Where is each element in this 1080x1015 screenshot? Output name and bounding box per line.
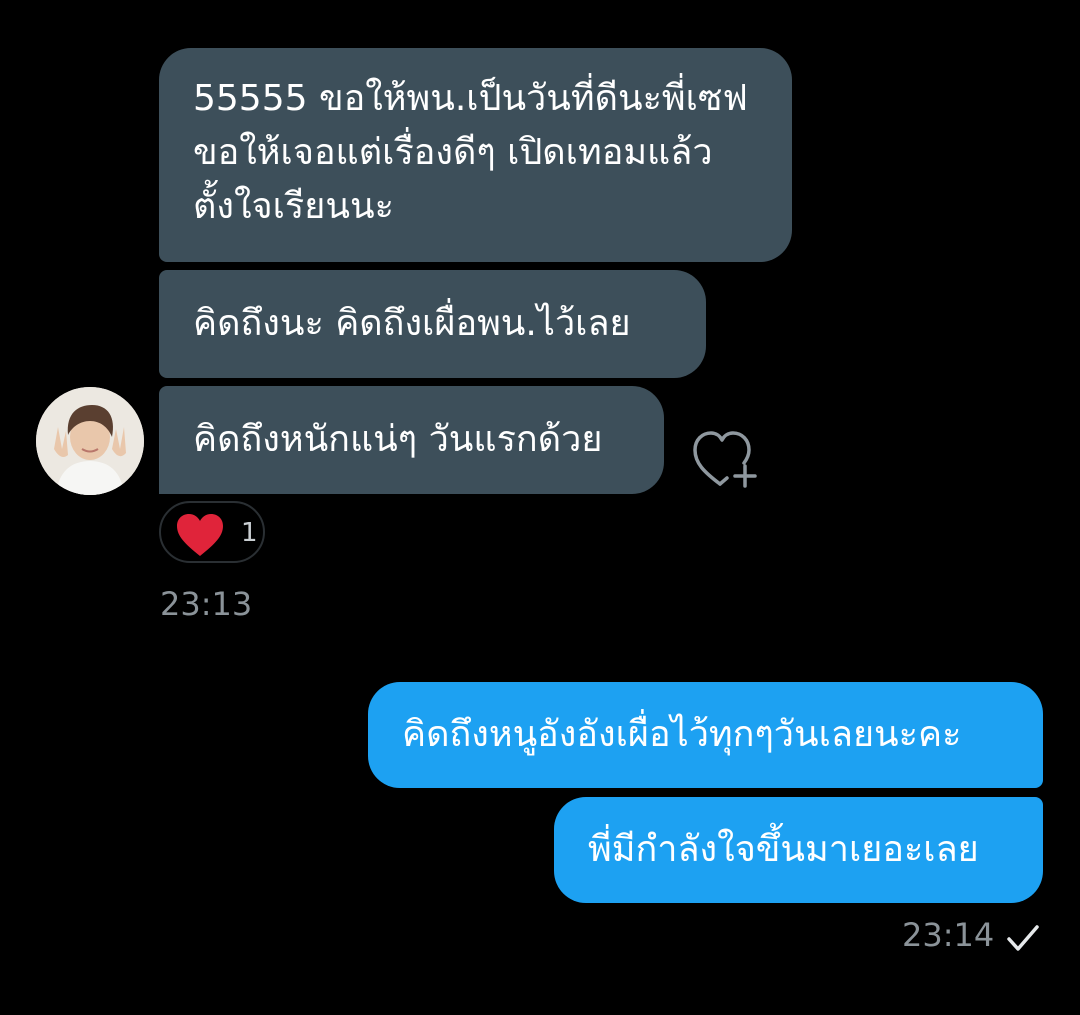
received-timestamp: 23:13	[160, 585, 253, 623]
sent-message-bubble[interactable]: คิดถึงหนูอังอังเผื่อไว้ทุกๆวันเลยนะคะ	[368, 682, 1043, 788]
message-text: พี่มีกำลังใจขึ้นมาเยอะเลย	[588, 829, 979, 870]
message-text: คิดถึงนะ คิดถึงเผื่อพน.ไว้เลย	[193, 303, 631, 344]
heart-icon	[177, 514, 223, 556]
sent-timestamp: 23:14	[902, 916, 995, 954]
message-text: คิดถึงหนักแน่ๆ วันแรกด้วย	[193, 419, 603, 460]
received-message-bubble[interactable]: คิดถึงนะ คิดถึงเผื่อพน.ไว้เลย	[159, 270, 706, 378]
conversation-view: 55555 ขอให้พน.เป็นวันที่ดีนะพี่เซฟ ขอให้…	[0, 0, 1080, 1015]
sent-message-bubble[interactable]: พี่มีกำลังใจขึ้นมาเยอะเลย	[554, 797, 1043, 903]
sender-avatar[interactable]	[36, 387, 144, 495]
message-text: คิดถึงหนูอังอังเผื่อไว้ทุกๆวันเลยนะคะ	[402, 714, 962, 755]
add-reaction-button[interactable]	[690, 428, 762, 490]
sent-check-icon	[1005, 922, 1041, 954]
message-text: 55555 ขอให้พน.เป็นวันที่ดีนะพี่เซฟ ขอให้…	[193, 78, 748, 227]
avatar-image	[36, 387, 144, 495]
received-message-bubble[interactable]: 55555 ขอให้พน.เป็นวันที่ดีนะพี่เซฟ ขอให้…	[159, 48, 792, 262]
heart-plus-icon	[693, 431, 757, 488]
reaction-badge[interactable]: 1	[159, 501, 265, 563]
received-message-bubble[interactable]: คิดถึงหนักแน่ๆ วันแรกด้วย	[159, 386, 664, 494]
reaction-count: 1	[241, 518, 258, 548]
